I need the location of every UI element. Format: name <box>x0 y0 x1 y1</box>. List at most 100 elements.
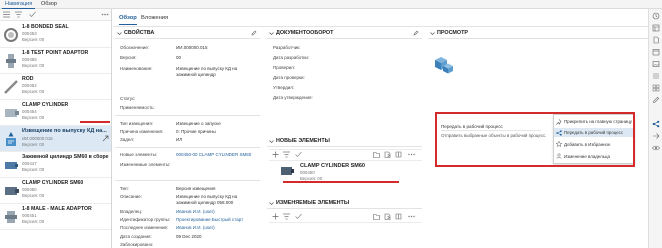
highlight-underline <box>80 121 110 123</box>
field-label: Тип: <box>120 186 129 191</box>
folder-icon[interactable] <box>373 213 380 220</box>
workflow-icon[interactable] <box>652 120 660 128</box>
properties-divider <box>115 115 260 116</box>
nav-item-code: 000447 <box>22 161 37 166</box>
field-label: Дата утверждения: <box>273 95 313 100</box>
image-icon[interactable] <box>652 60 660 68</box>
nav-item-male-male-adaptor[interactable]: 1-8 MALE - MALE ADAPTOR 000451 Версия: 0… <box>0 204 111 230</box>
nav-item-title: CLAMP CYLINDER <box>22 102 69 108</box>
field-value: Извещение по выпуску КД на зажимной цили… <box>176 194 238 205</box>
nav-item-test-point-adaptor[interactable]: 1-8 TEST POINT ADAPTOR 000455 Версия: 00 <box>0 48 111 74</box>
nav-item-title: 1-8 MALE - MALE ADAPTOR <box>22 206 92 212</box>
new-item-title: CLAMP CYLINDER SM60 <box>300 163 365 169</box>
group-link[interactable]: Проектирование.Быстрый старт <box>176 217 243 222</box>
link-icon[interactable] <box>102 135 109 142</box>
new-items-section-title: НОВЫЕ ЭЛЕМЕНТЫ <box>276 138 330 144</box>
edit-icon[interactable] <box>652 96 660 104</box>
nav-item-version: Версия: 00 <box>22 37 45 42</box>
field-value: ИИ.000000.015 <box>176 45 208 50</box>
calendar-icon[interactable] <box>652 48 660 56</box>
part-thumbnail-icon <box>2 182 20 200</box>
collapse-chevron-icon[interactable] <box>269 139 274 144</box>
add-icon[interactable] <box>272 213 279 220</box>
preview-divider <box>428 38 648 39</box>
checkmark-icon[interactable] <box>29 11 36 18</box>
field-label: Новые элементы: <box>120 152 158 157</box>
new-item-code: 000450 <box>300 170 315 175</box>
properties-divider <box>115 38 260 39</box>
nav-item-code: 000452 <box>22 83 37 88</box>
nav-item-title: 1-8 BONDED SEAL <box>22 24 69 30</box>
nav-item-title: Зажимной цилиндр SM60 в сборе <box>22 154 109 160</box>
nav-item-change-notice[interactable]: Извещение по выпуску КД на... ИИ.000000.… <box>0 126 111 152</box>
field-label: Версия: <box>120 55 137 60</box>
changed-items-toolbar <box>269 211 422 223</box>
field-label: Статус: <box>120 96 136 101</box>
part-thumbnail-icon <box>2 156 20 174</box>
tab-navigation[interactable]: Навигация <box>2 0 36 9</box>
edit-icon[interactable] <box>413 30 419 36</box>
checkmark-icon[interactable] <box>295 213 302 220</box>
field-value: Извещение о запуске <box>176 121 221 126</box>
workflow-section-title: ДОКУМЕНТООБОРОТ <box>276 30 334 36</box>
nav-item-rod[interactable]: ROD 000452 Версия: 00 <box>0 74 111 100</box>
nav-item-bonded-seal[interactable]: 1-8 BONDED SEAL 000453 Версия: 00 <box>0 22 111 48</box>
filter-icon[interactable] <box>283 213 290 220</box>
field-value: 09 Dec 2020 <box>176 234 202 239</box>
nav-item-title: CLAMP CYLINDER SM60 <box>22 180 84 186</box>
new-item-link[interactable]: 000450-00 CLAMP CYLINDER SM60 <box>176 152 251 157</box>
field-value: 0: Прочие причины <box>176 129 216 134</box>
owner-link[interactable]: Иванов И.И. (user) <box>176 209 215 214</box>
workflow-divider <box>267 38 422 39</box>
part-thumbnail-icon <box>279 163 295 179</box>
new-items-divider <box>267 146 422 147</box>
document-icon[interactable] <box>652 36 660 44</box>
nav-item-code: 000453 <box>22 31 37 36</box>
tab-overview[interactable]: Обзор <box>38 0 60 9</box>
last-modified-link[interactable]: Иванов И.И. (user) <box>176 225 215 230</box>
field-label: Утвердил: <box>273 85 295 90</box>
list-view-icon[interactable] <box>3 11 10 18</box>
collapse-chevron-icon[interactable] <box>269 31 274 36</box>
column-settings-icon[interactable] <box>395 213 402 220</box>
new-item-card[interactable]: CLAMP CYLINDER SM60 000450 Версия: 00 <box>269 161 422 181</box>
properties-divider <box>115 180 260 181</box>
changed-items-divider <box>267 208 422 209</box>
highlight-underline <box>283 181 399 183</box>
more-options-icon[interactable] <box>101 11 109 18</box>
changed-items-section-title: ИЗМЕНЯЕМЫЕ ЭЛЕМЕНТЫ <box>276 200 350 206</box>
new-item-version: Версия: 00 <box>300 175 323 181</box>
field-label: Тип извещения: <box>120 121 154 126</box>
share-icon[interactable] <box>652 132 660 140</box>
field-label: Дата проверки: <box>273 75 305 80</box>
list-icon[interactable] <box>652 72 660 80</box>
properties-divider <box>115 147 260 148</box>
field-value: ИЛ <box>176 137 183 142</box>
edit-icon[interactable] <box>251 30 257 36</box>
dashboard-icon[interactable] <box>652 24 660 32</box>
field-label: Применяемость: <box>120 105 155 110</box>
field-label: Проверил: <box>273 65 295 70</box>
filter-icon[interactable] <box>15 11 22 18</box>
export-icon[interactable] <box>384 213 391 220</box>
nav-item-clamp-cylinder-sm60[interactable]: CLAMP CYLINDER SM60 000450 Версия: 00 <box>0 178 111 204</box>
field-label: Дата создания: <box>120 234 152 239</box>
collapse-chevron-icon[interactable] <box>269 201 274 206</box>
more-options-icon[interactable] <box>408 213 415 220</box>
nav-item-clamp-cylinder-assembly[interactable]: Зажимной цилиндр SM60 в сборе 000447 Вер… <box>0 152 111 178</box>
field-label: Идентификатор группы: <box>120 217 171 222</box>
tab-attachments[interactable]: Вложения <box>141 15 168 25</box>
part-thumbnail-icon <box>2 104 20 122</box>
nav-item-clamp-cylinder[interactable]: CLAMP CYLINDER 000454 Версия: 00 <box>0 100 111 126</box>
nav-item-version: Версия: 00 <box>22 219 45 224</box>
preview-section-title: ПРОСМОТР <box>437 30 468 36</box>
preview-image <box>431 52 455 76</box>
grid-icon[interactable] <box>652 84 660 92</box>
collapse-chevron-icon[interactable] <box>430 31 435 36</box>
properties-section-title: СВОЙСТВА <box>124 30 155 36</box>
eye-icon[interactable] <box>652 144 660 152</box>
clock-icon[interactable] <box>652 12 660 20</box>
tab-overview[interactable]: Обзор <box>119 15 137 25</box>
nav-item-title: 1-8 TEST POINT ADAPTOR <box>22 50 89 56</box>
collapse-chevron-icon[interactable] <box>117 31 122 36</box>
